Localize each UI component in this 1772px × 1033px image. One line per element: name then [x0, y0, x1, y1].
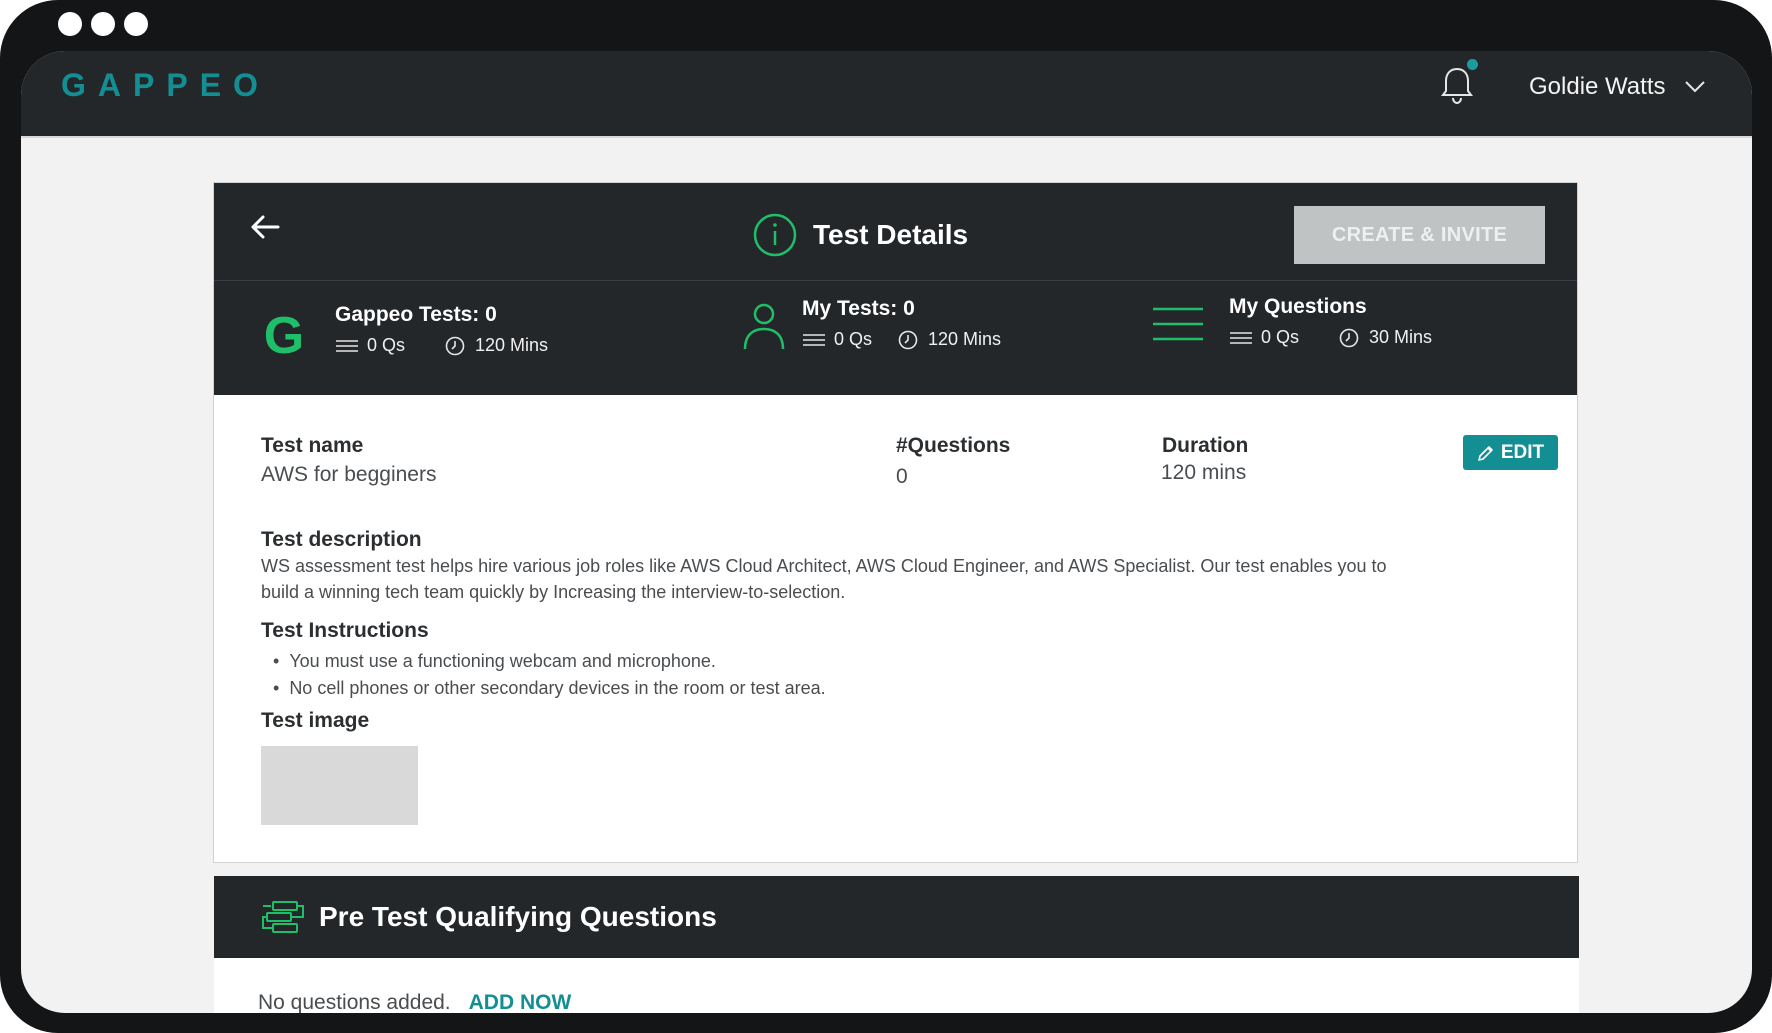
user-name: Goldie Watts [1529, 73, 1666, 100]
window-dot [58, 12, 82, 36]
flow-list-icon [262, 901, 304, 933]
list-icon [1230, 331, 1252, 344]
edit-label: EDIT [1500, 441, 1545, 463]
bell-icon[interactable] [1439, 65, 1475, 105]
user-menu[interactable]: Goldie Watts [1529, 69, 1706, 105]
empty-text: No questions added. [258, 991, 451, 1013]
chevron-down-icon [1684, 81, 1705, 93]
description-label: Test description [261, 528, 422, 551]
clock-icon [898, 330, 918, 349]
stats-bar: G Gappeo Tests: 0 0 Qs 120 Mins My Tests… [214, 281, 1577, 395]
pre-test-header: Pre Test Qualifying Questions [214, 876, 1579, 958]
page-title-group: Test Details [753, 213, 968, 257]
stat-meta: 0 Qs 30 Mins [1229, 327, 1432, 348]
stat-title: Gappeo Tests: 0 [335, 303, 497, 326]
pre-test-empty-state: No questions added. ADD NOW [258, 991, 571, 1013]
notification-badge [1467, 59, 1478, 70]
test-image-placeholder [261, 746, 418, 825]
stat-my-tests: My Tests: 0 0 Qs 120 Mins [802, 297, 1001, 350]
window-dot [91, 12, 115, 36]
test-name-label: Test name [261, 434, 364, 457]
instructions-list: You must use a functioning webcam and mi… [261, 648, 826, 702]
stat-my-questions: My Questions 0 Qs 30 Mins [1229, 295, 1432, 348]
questions-label: #Questions [896, 434, 1011, 457]
instruction-item: You must use a functioning webcam and mi… [261, 648, 826, 675]
list-icon [336, 339, 358, 352]
pencil-icon [1478, 445, 1493, 461]
edit-button[interactable]: EDIT [1463, 435, 1558, 470]
user-icon [743, 303, 785, 350]
stat-meta: 0 Qs 120 Mins [335, 335, 548, 356]
stat-qs: 0 Qs [1261, 327, 1300, 347]
stat-mins: 120 Mins [475, 335, 549, 355]
duration-label: Duration [1162, 434, 1249, 457]
stat-title: My Tests: 0 [802, 297, 915, 320]
info-icon [753, 213, 797, 257]
instruction-item: No cell phones or other secondary device… [261, 675, 825, 702]
duration-value: 120 mins [1161, 461, 1247, 484]
gappeo-g-icon: G [264, 309, 304, 361]
list-lines-icon [1153, 307, 1203, 341]
window-dots [58, 12, 148, 38]
back-arrow-icon[interactable] [250, 214, 280, 240]
stat-qs: 0 Qs [367, 335, 406, 355]
image-label: Test image [261, 709, 370, 732]
app-screen: GAPPEO Goldie Watts Test Details CREATE … [21, 51, 1752, 1013]
test-details-card: Test Details CREATE & INVITE G Gappeo Te… [213, 182, 1578, 863]
stat-meta: 0 Qs 120 Mins [802, 329, 1001, 350]
svg-text:G: G [264, 309, 304, 361]
questions-value: 0 [896, 465, 908, 488]
card-header: Test Details CREATE & INVITE [214, 183, 1577, 281]
page-title: Test Details [813, 219, 969, 250]
create-invite-button[interactable]: CREATE & INVITE [1294, 206, 1545, 264]
stat-mins: 120 Mins [928, 329, 1002, 349]
window-dot [124, 12, 148, 36]
stat-qs: 0 Qs [834, 329, 873, 349]
list-icon [803, 333, 825, 346]
description-text: WS assessment test helps hire various jo… [261, 556, 1387, 602]
pre-test-section: Pre Test Qualifying Questions No questio… [214, 876, 1579, 1013]
test-name-value: AWS for begginers [261, 463, 437, 486]
stat-gappeo-tests: Gappeo Tests: 0 0 Qs 120 Mins [335, 303, 548, 356]
pre-test-title: Pre Test Qualifying Questions [319, 901, 717, 932]
clock-icon [445, 336, 465, 355]
clock-icon [1339, 328, 1359, 347]
add-now-link[interactable]: ADD NOW [469, 991, 572, 1013]
stat-mins: 30 Mins [1369, 327, 1433, 347]
gappeo-logo[interactable]: GAPPEO [61, 67, 270, 104]
instructions-label: Test Instructions [261, 619, 429, 642]
device-frame: GAPPEO Goldie Watts Test Details CREATE … [0, 0, 1772, 1033]
top-navbar: GAPPEO Goldie Watts [21, 51, 1752, 138]
stat-title: My Questions [1229, 295, 1367, 318]
